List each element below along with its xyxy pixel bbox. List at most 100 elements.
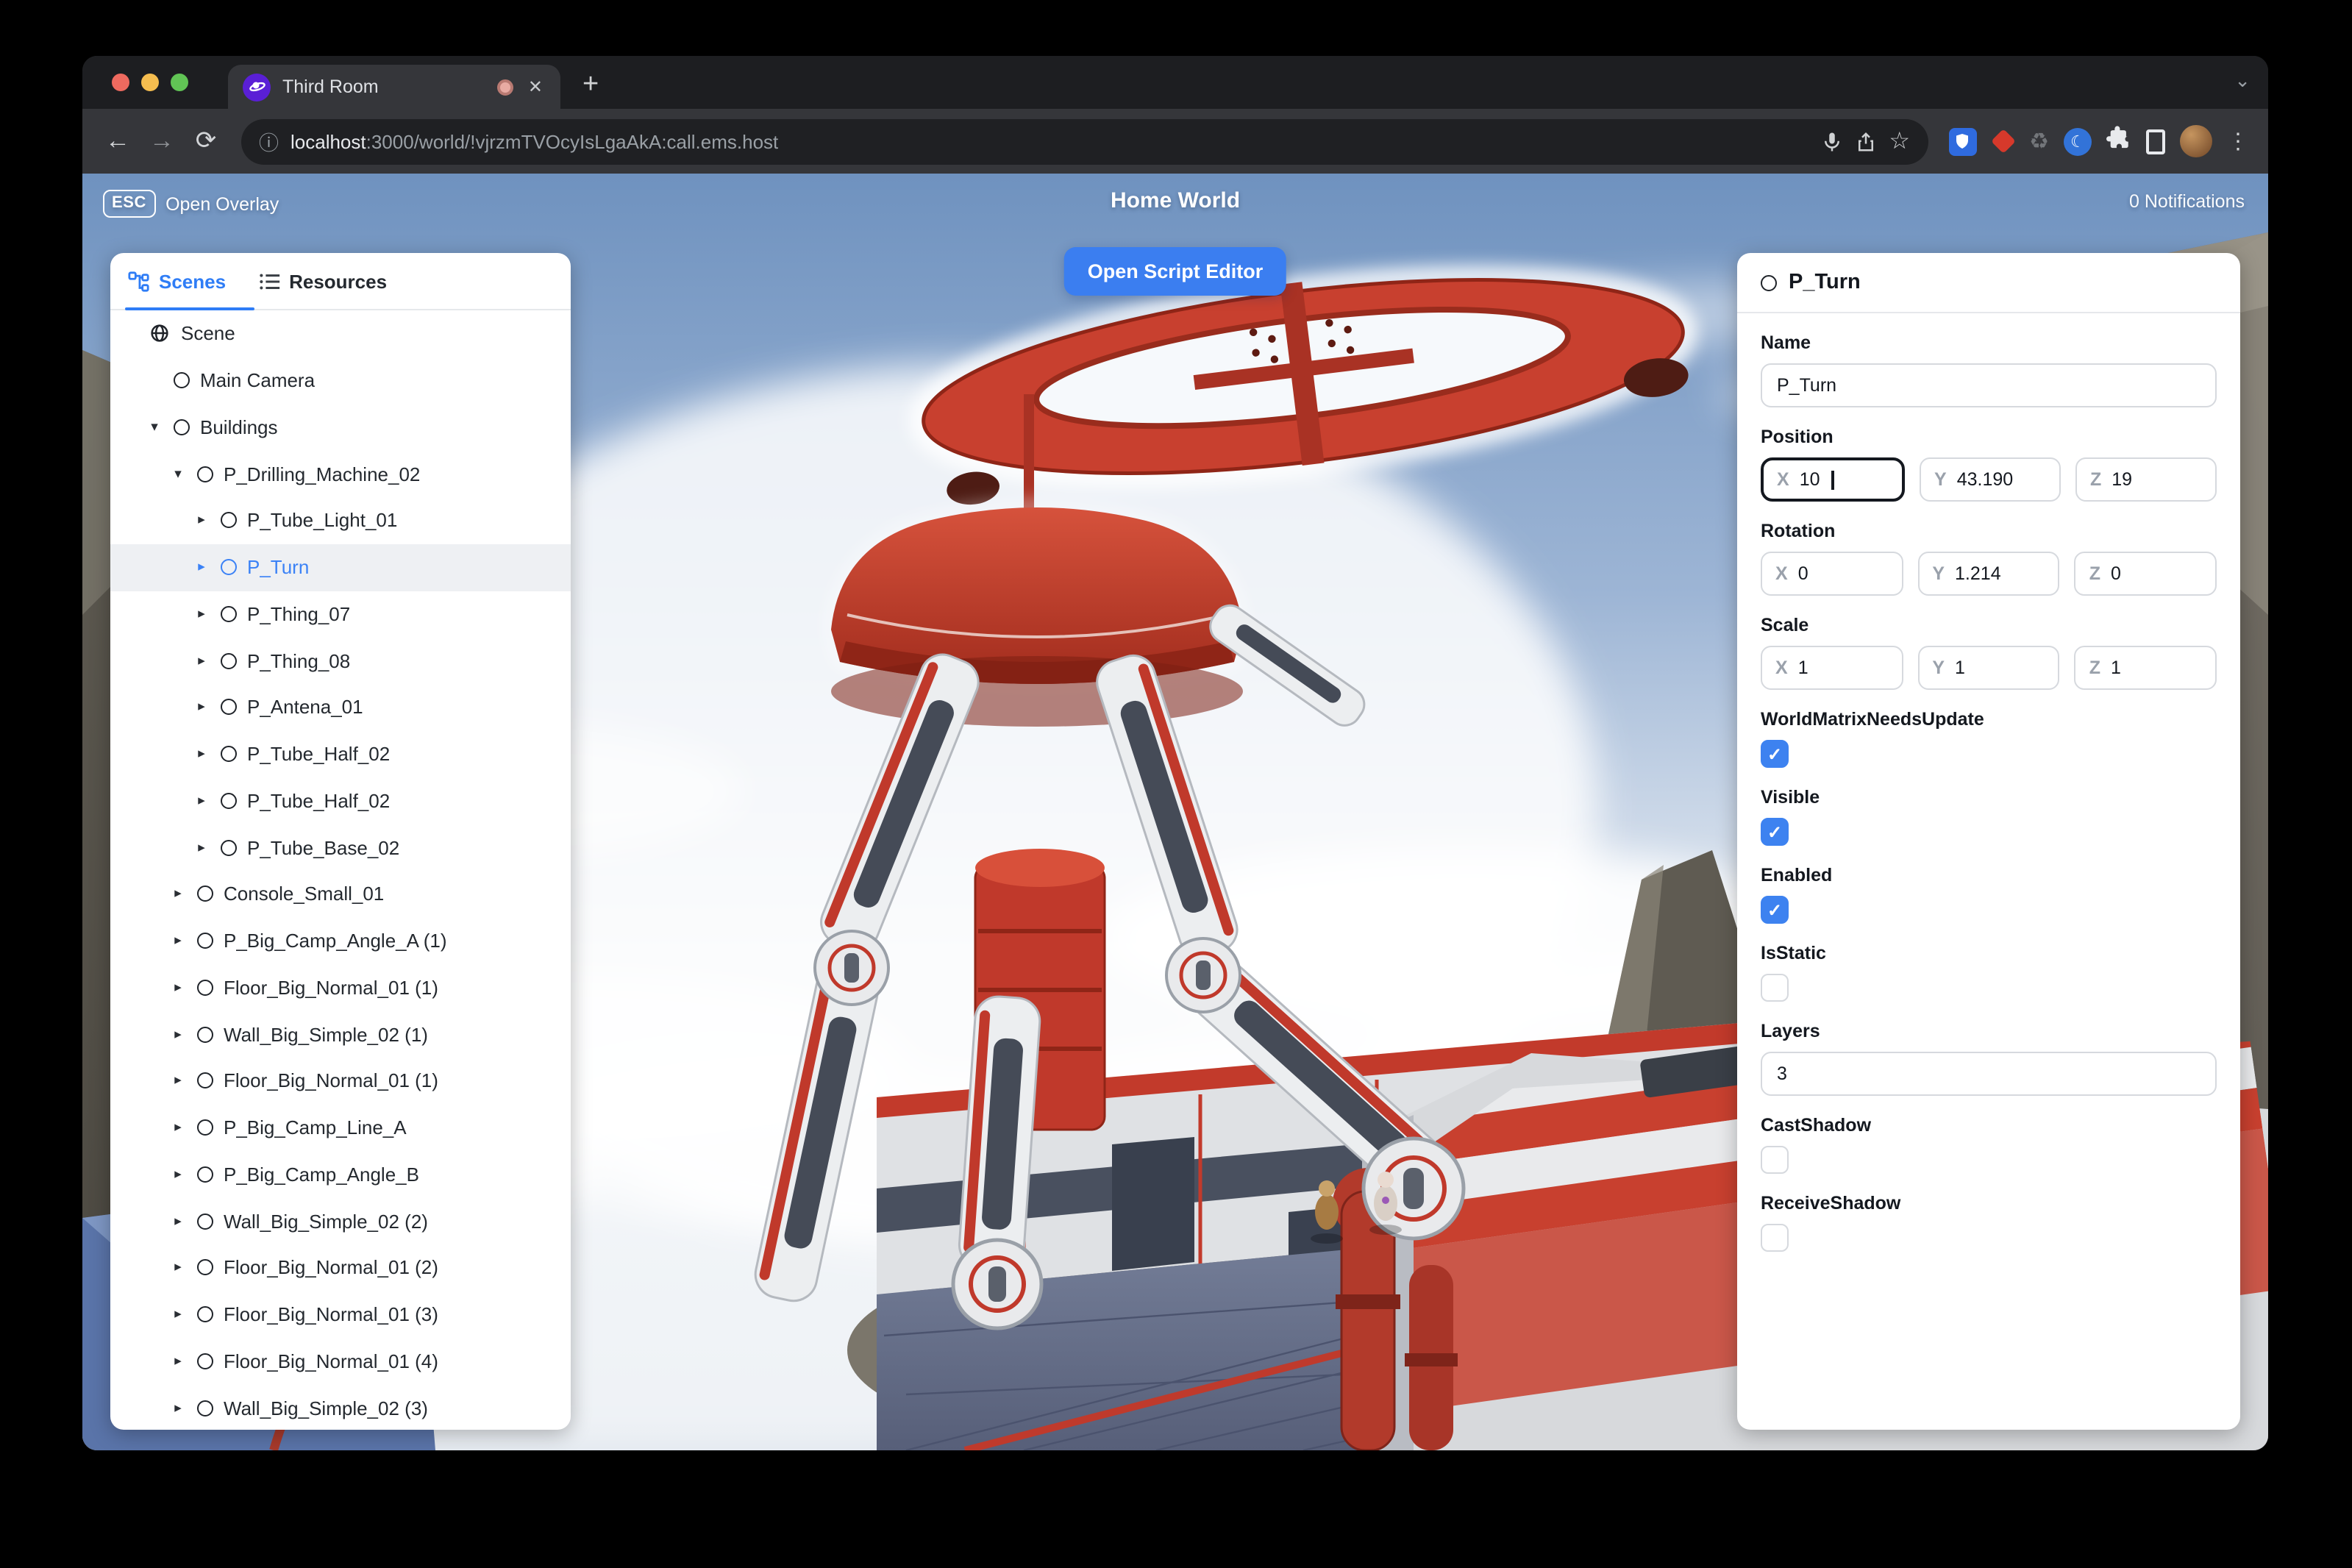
- chevron-right-icon[interactable]: ▸: [169, 1119, 187, 1136]
- chevron-right-icon[interactable]: ▸: [169, 1073, 187, 1089]
- tree-row-label: Main Camera: [200, 369, 316, 392]
- tree-row[interactable]: ▸ Wall_Big_Simple_02 (1): [110, 1011, 571, 1058]
- profile-avatar[interactable]: [2180, 125, 2212, 157]
- tab-scenes[interactable]: Scenes: [128, 270, 226, 292]
- tab-close-icon[interactable]: ✕: [525, 75, 546, 99]
- address-bar[interactable]: ⓘ localhost:3000/world/!vjrzmTVOcyIsLgaA…: [241, 118, 1928, 164]
- tree-row[interactable]: ▸ P_Tube_Half_02: [110, 731, 571, 778]
- chevron-right-icon[interactable]: ▸: [169, 886, 187, 902]
- tree-row[interactable]: ▸ P_Tube_Base_02: [110, 824, 571, 872]
- input-rotation-y[interactable]: Y 1.214: [1917, 552, 2060, 596]
- window-close-button[interactable]: [112, 74, 129, 91]
- node-circle-icon: [197, 1306, 213, 1323]
- chevron-right-icon[interactable]: ▸: [193, 606, 210, 622]
- tree-row[interactable]: ▸ Floor_Big_Normal_01 (2): [110, 1244, 571, 1291]
- bookmark-star-icon[interactable]: ☆: [1889, 126, 1910, 156]
- share-icon[interactable]: [1855, 130, 1877, 152]
- chevron-right-icon[interactable]: ▸: [193, 652, 210, 669]
- password-manager-extension-icon[interactable]: [1948, 127, 1977, 155]
- chevron-right-icon[interactable]: ▸: [193, 699, 210, 716]
- tree-row[interactable]: ▸ P_Tube_Half_02: [110, 777, 571, 824]
- red-diamond-extension-icon[interactable]: [1990, 129, 2016, 154]
- tree-row[interactable]: ▸ P_Thing_07: [110, 591, 571, 638]
- chevron-right-icon[interactable]: ▸: [193, 839, 210, 855]
- microphone-icon[interactable]: [1821, 130, 1843, 152]
- tree-row[interactable]: ▸ Floor_Big_Normal_01 (3): [110, 1291, 571, 1339]
- axis-value: 1: [1797, 658, 1808, 678]
- tree-row[interactable]: ▸ Console_Small_01: [110, 871, 571, 918]
- chevron-right-icon[interactable]: ▸: [193, 793, 210, 809]
- tab-resources[interactable]: Resources: [258, 270, 387, 292]
- chevron-right-icon[interactable]: ▸: [169, 1166, 187, 1183]
- chevron-right-icon[interactable]: ▸: [169, 1260, 187, 1276]
- reload-button-icon[interactable]: ⟳: [185, 126, 227, 156]
- tree-row[interactable]: ▸ P_Big_Camp_Line_A: [110, 1105, 571, 1152]
- chevron-right-icon[interactable]: ▸: [169, 980, 187, 996]
- input-layers[interactable]: 3: [1761, 1052, 2217, 1096]
- tree-row[interactable]: ▾ Buildings: [110, 404, 571, 451]
- checkbox-receiveshadow[interactable]: [1761, 1224, 1789, 1252]
- input-scale-x[interactable]: X1: [1761, 646, 1903, 690]
- checkbox-castshadow[interactable]: [1761, 1146, 1789, 1174]
- input-position-y[interactable]: Y 43.190: [1920, 457, 2061, 502]
- tree-row[interactable]: ▸ P_Tube_Light_01: [110, 497, 571, 544]
- browser-menu-kebab-icon[interactable]: ⋮: [2227, 128, 2249, 154]
- chevron-down-icon[interactable]: ▾: [146, 419, 163, 435]
- input-name[interactable]: P_Turn: [1761, 363, 2217, 407]
- window-minimize-button[interactable]: [141, 74, 159, 91]
- axis-label: X: [1775, 563, 1788, 584]
- forward-button-icon[interactable]: →: [141, 126, 182, 156]
- tree-row[interactable]: Main Camera: [110, 357, 571, 405]
- property-label-rotation: Rotation: [1761, 521, 1836, 541]
- chevron-right-icon[interactable]: ▸: [193, 746, 210, 762]
- tree-row[interactable]: ▸ Wall_Big_Simple_02 (3): [110, 1385, 571, 1430]
- site-info-icon[interactable]: ⓘ: [259, 126, 279, 156]
- chevron-right-icon[interactable]: ▸: [193, 513, 210, 529]
- tree-row[interactable]: ▸ P_Turn: [110, 544, 571, 591]
- tree-row[interactable]: ▸ Wall_Big_Simple_02 (2): [110, 1198, 571, 1245]
- chevron-right-icon[interactable]: ▸: [169, 1026, 187, 1042]
- tree-row[interactable]: ▸ Floor_Big_Normal_01 (4): [110, 1338, 571, 1385]
- node-circle-icon: [221, 746, 237, 763]
- notifications-count[interactable]: 0 Notifications: [2129, 191, 2245, 212]
- chevron-right-icon[interactable]: ▸: [169, 1306, 187, 1322]
- browser-tab[interactable]: Third Room ✕: [228, 65, 560, 109]
- input-scale-z[interactable]: Z1: [2074, 646, 2217, 690]
- extensions-puzzle-icon[interactable]: [2106, 125, 2131, 157]
- input-position-x[interactable]: X 10: [1761, 457, 1905, 502]
- chevron-right-icon[interactable]: ▸: [169, 933, 187, 949]
- new-tab-button[interactable]: +: [582, 66, 599, 104]
- chevron-right-icon[interactable]: ▸: [169, 1400, 187, 1416]
- checkbox-enabled[interactable]: ✓: [1761, 896, 1789, 924]
- input-scale-y[interactable]: Y1: [1917, 646, 2060, 690]
- tree-row[interactable]: ▸ P_Big_Camp_Angle_B: [110, 1151, 571, 1198]
- checkbox-isstatic[interactable]: [1761, 974, 1789, 1002]
- chevron-right-icon[interactable]: ▸: [169, 1213, 187, 1229]
- input-rotation-z[interactable]: Z0: [2074, 552, 2217, 596]
- input-rotation-x[interactable]: X0: [1761, 552, 1903, 596]
- chevron-right-icon[interactable]: ▸: [193, 559, 210, 575]
- recycle-extension-icon[interactable]: ♻: [2029, 128, 2049, 154]
- tree-row[interactable]: ▸ P_Antena_01: [110, 684, 571, 731]
- url-text[interactable]: localhost:3000/world/!vjrzmTVOcyIsLgaAkA…: [291, 130, 778, 152]
- tree-row[interactable]: ▸ Floor_Big_Normal_01 (1): [110, 1058, 571, 1105]
- input-position-z[interactable]: Z 19: [2075, 457, 2217, 502]
- tab-search-chevron-icon[interactable]: ⌄: [2234, 69, 2251, 93]
- moon-extension-icon[interactable]: ☾: [2064, 127, 2092, 155]
- sidebar-toggle-icon[interactable]: [2146, 129, 2165, 154]
- active-tab-underline: [125, 307, 254, 310]
- open-script-editor-button[interactable]: Open Script Editor: [1063, 247, 1287, 296]
- tree-row[interactable]: ▸ Floor_Big_Normal_01 (1): [110, 964, 571, 1011]
- back-button-icon[interactable]: ←: [97, 126, 138, 156]
- chevron-down-icon[interactable]: ▾: [169, 466, 187, 482]
- checkbox-visible[interactable]: ✓: [1761, 818, 1789, 846]
- tree-row[interactable]: ▾ P_Drilling_Machine_02: [110, 451, 571, 498]
- chevron-right-icon[interactable]: ▸: [169, 1353, 187, 1369]
- tree-row[interactable]: ▸ P_Thing_08: [110, 638, 571, 685]
- tree-row[interactable]: Scene: [110, 310, 571, 357]
- window-zoom-button[interactable]: [171, 74, 188, 91]
- tab-scenes-label: Scenes: [159, 270, 227, 292]
- tree-row[interactable]: ▸ P_Big_Camp_Angle_A (1): [110, 918, 571, 965]
- checkbox-worldmatrixneedsupdate[interactable]: ✓: [1761, 740, 1789, 768]
- node-circle-icon: [197, 1166, 213, 1183]
